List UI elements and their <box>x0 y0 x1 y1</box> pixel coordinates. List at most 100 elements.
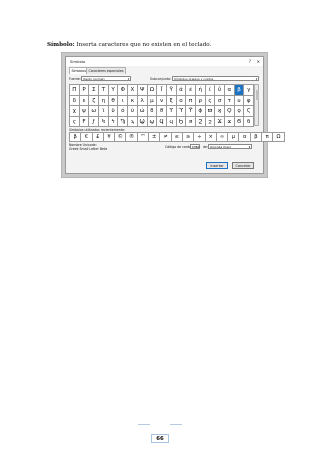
symbol-cell[interactable]: Ϫ <box>215 116 225 127</box>
recent-symbol-cell[interactable]: π <box>262 133 274 142</box>
symbol-cell[interactable]: ϖ <box>205 106 216 117</box>
recent-symbol-cell[interactable]: Ω <box>273 133 285 142</box>
symbol-cell[interactable]: ς <box>205 95 216 106</box>
symbol-cell[interactable]: Ω <box>147 85 158 96</box>
symbol-cell[interactable]: έ <box>186 85 196 96</box>
symbol-cell[interactable]: π <box>186 95 196 106</box>
symbol-cell[interactable]: α <box>225 85 235 96</box>
symbol-cell[interactable]: η <box>99 95 109 106</box>
recent-symbol-cell[interactable]: £ <box>92 133 104 142</box>
symbol-cell[interactable]: Ϧ <box>176 116 187 127</box>
symbol-cell[interactable]: Υ <box>108 85 119 96</box>
symbol-cell[interactable]: ο <box>176 95 187 106</box>
symbol-cell[interactable]: ύ <box>128 106 138 117</box>
symbol-cell[interactable]: Ψ <box>137 85 148 96</box>
subset-select[interactable]: Símbolos griegos y coptos ▾ <box>172 75 259 81</box>
recent-symbol-cell[interactable]: ∞ <box>216 133 229 142</box>
symbol-cell[interactable]: ϡ <box>128 116 138 127</box>
symbol-cell[interactable]: Ϣ <box>137 116 148 127</box>
symbol-cell[interactable]: σ <box>215 95 225 106</box>
symbol-cell[interactable]: ϛ <box>70 116 80 127</box>
recent-symbol-cell[interactable]: ¥ <box>103 133 116 142</box>
symbol-cell[interactable]: ϫ <box>225 116 235 127</box>
symbol-cell[interactable]: δ <box>70 95 80 106</box>
recent-symbol-cell[interactable]: ÷ <box>194 133 206 142</box>
symbol-cell[interactable]: ι <box>118 95 129 106</box>
recent-symbol-cell[interactable]: € <box>81 133 93 142</box>
tab-special-characters[interactable]: Caracteres especiales <box>86 67 126 74</box>
symbol-cell[interactable]: ό <box>118 106 129 117</box>
symbol-cell[interactable]: ή <box>195 85 206 96</box>
symbol-cell[interactable]: Ϟ <box>99 116 109 127</box>
symbol-cell[interactable]: ώ <box>137 106 148 117</box>
symbol-cell[interactable]: Ϛ <box>244 106 255 117</box>
close-icon[interactable]: ✕ <box>257 59 260 64</box>
symbol-cell[interactable]: ά <box>176 85 187 96</box>
symbol-cell[interactable]: ω <box>89 106 100 117</box>
symbol-cell[interactable]: Ρ <box>79 85 90 96</box>
symbol-cell[interactable]: τ <box>225 95 235 106</box>
symbol-cell[interactable]: ϗ <box>215 106 225 117</box>
font-select[interactable]: (texto normal) ▾ <box>81 75 131 81</box>
symbol-cell[interactable]: ϭ <box>244 116 255 127</box>
help-icon[interactable]: ? <box>249 59 251 64</box>
recent-symbol-cell[interactable]: µ <box>228 133 240 142</box>
symbol-cell[interactable]: ϓ <box>176 106 187 117</box>
symbol-cell[interactable]: ϔ <box>186 106 196 117</box>
symbol-cell[interactable]: ϝ <box>89 116 100 127</box>
character-code-input[interactable]: 03B2 <box>190 144 200 149</box>
symbol-cell[interactable]: Ϋ <box>166 85 177 96</box>
recent-symbol-cell[interactable]: ≤ <box>171 133 183 142</box>
symbol-cell[interactable]: γ <box>244 85 255 96</box>
symbol-cell[interactable]: ϣ <box>147 116 158 127</box>
recent-symbol-cell[interactable]: ≥ <box>182 133 195 142</box>
recent-symbol-cell[interactable]: ™ <box>137 133 150 142</box>
symbol-cell[interactable]: λ <box>137 95 148 106</box>
scrollbar-thumb[interactable] <box>255 90 259 100</box>
symbol-cell[interactable]: ϥ <box>166 116 177 127</box>
symbol-cell[interactable]: ζ <box>89 95 100 106</box>
recent-symbol-cell[interactable]: ≠ <box>160 133 172 142</box>
symbol-cell[interactable]: ΰ <box>215 85 225 96</box>
symbol-cell[interactable]: Ϝ <box>79 116 90 127</box>
grid-scrollbar[interactable] <box>254 84 259 126</box>
symbol-cell[interactable]: ϕ <box>195 106 206 117</box>
symbol-cell[interactable]: θ <box>108 95 119 106</box>
symbol-cell[interactable]: ρ <box>195 95 206 106</box>
symbol-cell[interactable]: Ϡ <box>118 116 129 127</box>
symbol-cell[interactable]: ε <box>79 95 90 106</box>
symbol-cell[interactable]: ϐ <box>147 106 158 117</box>
symbol-cell[interactable]: χ <box>70 106 80 117</box>
insert-button[interactable]: Insertar <box>206 162 228 169</box>
encoding-select[interactable]: Unicode (hex) ▾ <box>208 144 252 149</box>
symbol-cell[interactable]: Π <box>70 85 80 96</box>
symbol-cell[interactable]: ξ <box>166 95 177 106</box>
symbol-cell[interactable]: ϧ <box>186 116 196 127</box>
symbol-cell[interactable]: Σ <box>89 85 100 96</box>
symbol-cell[interactable]: υ <box>234 95 245 106</box>
symbol-cell[interactable]: ψ <box>79 106 90 117</box>
symbol-cell[interactable]: ϑ <box>157 106 167 117</box>
recent-symbol-cell[interactable]: α <box>239 133 251 142</box>
cancel-button[interactable]: Cancelar <box>232 162 254 169</box>
symbol-cell[interactable]: ϩ <box>205 116 216 127</box>
symbol-cell[interactable]: Ϙ <box>225 106 235 117</box>
symbol-cell[interactable]: ϒ <box>166 106 177 117</box>
symbol-cell[interactable]: κ <box>128 95 138 106</box>
symbol-cell[interactable]: Φ <box>118 85 129 96</box>
symbol-cell[interactable]: β <box>234 85 245 96</box>
symbol-cell[interactable]: Ϊ <box>157 85 167 96</box>
symbol-cell[interactable]: ϊ <box>99 106 109 117</box>
symbol-cell[interactable]: Ϭ <box>234 116 245 127</box>
recent-symbol-cell[interactable]: ± <box>149 133 161 142</box>
symbol-cell[interactable]: ϋ <box>108 106 119 117</box>
symbol-cell[interactable]: φ <box>244 95 255 106</box>
symbol-cell[interactable]: Τ <box>99 85 109 96</box>
recent-symbol-cell[interactable]: ® <box>126 133 138 142</box>
recent-symbol-cell[interactable]: × <box>205 133 217 142</box>
symbol-cell[interactable]: ϟ <box>108 116 119 127</box>
symbol-cell[interactable]: μ <box>147 95 158 106</box>
symbol-cell[interactable]: Ϥ <box>157 116 167 127</box>
symbol-cell[interactable]: Ϩ <box>195 116 206 127</box>
recent-symbol-cell[interactable]: β <box>70 133 82 142</box>
